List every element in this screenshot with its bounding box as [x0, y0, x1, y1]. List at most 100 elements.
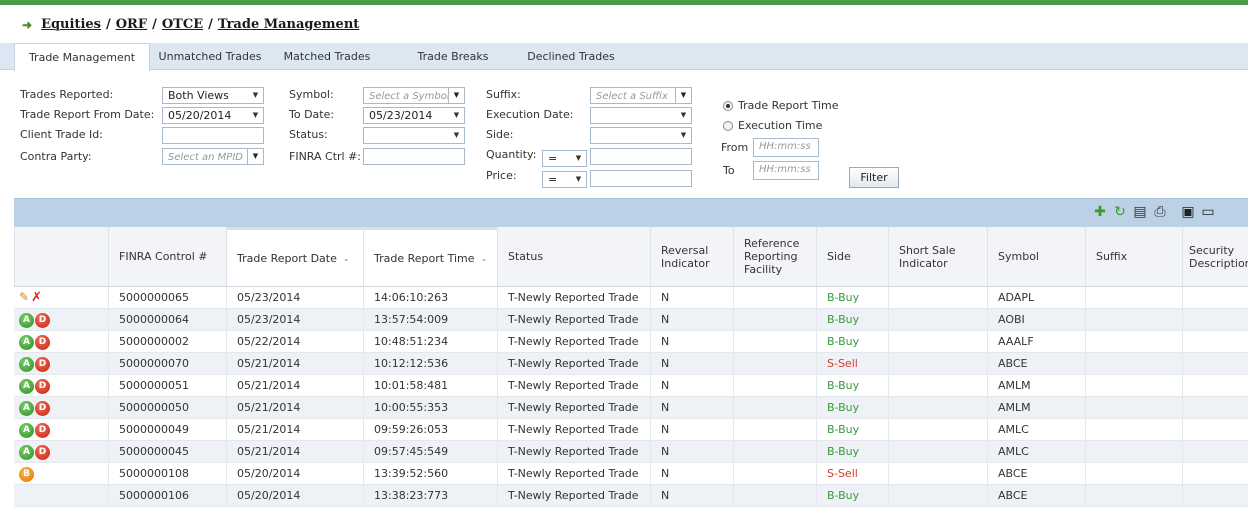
price-label: Price: — [486, 169, 517, 182]
cell-status: T-Newly Reported Trade — [497, 419, 650, 440]
status-select[interactable]: ▼ — [363, 127, 465, 144]
decline-icon[interactable]: D — [35, 378, 50, 394]
suffix-select[interactable]: Select a Suffix ▼ — [590, 87, 692, 104]
col-side[interactable]: Side — [816, 227, 888, 286]
execution-time-radio[interactable] — [723, 121, 733, 131]
table-row[interactable]: A D 5000000045 05/21/2014 09:57:45:549 T-Newl… — [14, 441, 1248, 463]
to-time-input[interactable]: HH:mm:ss — [753, 161, 819, 180]
decline-icon[interactable]: D — [35, 312, 50, 328]
table-row[interactable]: ✎ ✗ 5000000065 05/23/2014 14:06:10:263 T-Newl… — [14, 287, 1248, 309]
client-trade-id-input[interactable] — [162, 127, 264, 144]
accept-icon[interactable]: A — [19, 378, 34, 394]
cell-short-sale-indicator — [888, 463, 987, 484]
cell-reversal-indicator: N — [650, 331, 733, 352]
cell-finra-control: 5000000108 — [108, 463, 226, 484]
decline-icon[interactable]: D — [35, 422, 50, 438]
cell-actions — [14, 485, 108, 506]
cell-status: T-Newly Reported Trade — [497, 485, 650, 506]
save-icon[interactable]: ▣ — [1180, 204, 1196, 220]
col-trade-report-time[interactable]: Trade Report Time ⌄ — [363, 227, 497, 286]
export-csv-icon[interactable]: ▤ — [1132, 204, 1148, 220]
contra-party-select[interactable]: Select an MPID ▼ — [162, 148, 264, 165]
table-row[interactable]: A D 5000000070 05/21/2014 10:12:12:536 T-Newl… — [14, 353, 1248, 375]
symbol-select[interactable]: Select a Symbol ▼ — [363, 87, 465, 104]
col-reference-reporting-facility[interactable]: Reference Reporting Facility — [733, 227, 816, 286]
table-row[interactable]: A D 5000000064 05/23/2014 13:57:54:009 T-Newl… — [14, 309, 1248, 331]
decline-icon[interactable]: D — [35, 334, 50, 350]
cell-side: B-Buy — [816, 441, 888, 462]
decline-icon[interactable]: D — [35, 444, 50, 460]
edit-pencil-icon[interactable]: ✎ — [19, 290, 29, 304]
trade-report-time-radio[interactable] — [723, 101, 733, 111]
table-row[interactable]: A D 5000000049 05/21/2014 09:59:26:053 T-Newl… — [14, 419, 1248, 441]
table-row[interactable]: A D 5000000002 05/22/2014 10:48:51:234 T-Newl… — [14, 331, 1248, 353]
tab-trade-management[interactable]: Trade Management — [14, 43, 150, 71]
col-finra-control[interactable]: FINRA Control # — [108, 227, 226, 286]
col-reversal-indicator[interactable]: Reversal Indicator — [650, 227, 733, 286]
tab-trade-breaks[interactable]: Trade Breaks — [410, 43, 496, 69]
side-select[interactable]: ▼ — [590, 127, 692, 144]
col-security-description[interactable]: Security Description — [1182, 227, 1248, 286]
from-date-select[interactable]: 05/20/2014 ▼ — [162, 107, 264, 124]
price-input[interactable] — [590, 170, 692, 187]
accept-icon[interactable]: A — [19, 422, 34, 438]
cell-suffix — [1085, 419, 1182, 440]
cell-security-description — [1182, 287, 1248, 308]
tab-declined-trades[interactable]: Declined Trades — [521, 43, 621, 69]
execution-date-select[interactable]: ▼ — [590, 107, 692, 124]
refresh-icon[interactable]: ↻ — [1112, 204, 1128, 220]
breadcrumb-orf[interactable]: ORF — [116, 17, 147, 32]
col-status[interactable]: Status — [497, 227, 650, 286]
accept-icon[interactable]: A — [19, 312, 34, 328]
cell-suffix — [1085, 309, 1182, 330]
table-row[interactable]: A D 5000000051 05/21/2014 10:01:58:481 T-Newl… — [14, 375, 1248, 397]
to-date-select[interactable]: 05/23/2014 ▼ — [363, 107, 465, 124]
print-icon[interactable]: ⎙ — [1152, 204, 1168, 220]
cell-symbol: ABCE — [987, 463, 1085, 484]
table-row[interactable]: B 5000000108 05/20/2014 13:39:52:560 T-Newly… — [14, 463, 1248, 485]
cell-suffix — [1085, 287, 1182, 308]
quantity-input[interactable] — [590, 148, 692, 165]
cell-reference-reporting-facility — [733, 419, 816, 440]
from-time-input[interactable]: HH:mm:ss — [753, 138, 819, 157]
tab-unmatched-trades[interactable]: Unmatched Trades — [155, 43, 265, 69]
contra-party-label: Contra Party: — [20, 150, 92, 163]
trades-reported-value: Both Views — [168, 89, 229, 102]
accept-icon[interactable]: A — [19, 334, 34, 350]
finra-ctrl-input[interactable] — [363, 148, 465, 165]
col-symbol[interactable]: Symbol — [987, 227, 1085, 286]
from-date-value: 05/20/2014 — [168, 109, 232, 122]
cell-trade-report-time: 14:06:10:263 — [363, 287, 497, 308]
breadcrumb-equities[interactable]: Equities — [41, 17, 101, 32]
cancel-x-icon[interactable]: ✗ — [31, 290, 42, 305]
table-row[interactable]: 5000000106 05/20/2014 13:38:23:773 T-Newly … — [14, 485, 1248, 507]
cell-symbol: AMLM — [987, 375, 1085, 396]
cell-trade-report-date: 05/21/2014 — [226, 419, 363, 440]
filter-button[interactable]: Filter — [849, 167, 899, 188]
trades-reported-select[interactable]: Both Views ▼ — [162, 87, 264, 104]
chevron-down-icon: ▼ — [575, 175, 582, 183]
quantity-operator-select[interactable]: = ▼ — [542, 150, 587, 167]
cell-finra-control: 5000000065 — [108, 287, 226, 308]
accept-icon[interactable]: A — [19, 356, 34, 372]
minimize-icon[interactable]: ▭ — [1200, 204, 1216, 220]
price-operator-select[interactable]: = ▼ — [542, 171, 587, 188]
break-icon[interactable]: B — [19, 466, 34, 482]
cell-status: T-Newly Reported Trade — [497, 463, 650, 484]
breadcrumb-separator: / — [152, 17, 157, 32]
cell-trade-report-time: 10:00:55:353 — [363, 397, 497, 418]
breadcrumb-otce[interactable]: OTCE — [162, 17, 203, 32]
table-row[interactable]: A D 5000000050 05/21/2014 10:00:55:353 T-Newl… — [14, 397, 1248, 419]
decline-icon[interactable]: D — [35, 400, 50, 416]
add-icon[interactable]: ✚ — [1092, 204, 1108, 220]
accept-icon[interactable]: A — [19, 400, 34, 416]
col-short-sale-indicator[interactable]: Short Sale Indicator — [888, 227, 987, 286]
finra-ctrl-label: FINRA Ctrl #: — [289, 150, 362, 163]
decline-icon[interactable]: D — [35, 356, 50, 372]
tab-matched-trades[interactable]: Matched Trades — [277, 43, 377, 69]
cell-trade-report-date: 05/20/2014 — [226, 463, 363, 484]
breadcrumb-trade-management[interactable]: Trade Management — [218, 17, 359, 32]
col-suffix[interactable]: Suffix — [1085, 227, 1182, 286]
accept-icon[interactable]: A — [19, 444, 34, 460]
col-trade-report-date[interactable]: Trade Report Date ⌄ — [226, 227, 363, 286]
